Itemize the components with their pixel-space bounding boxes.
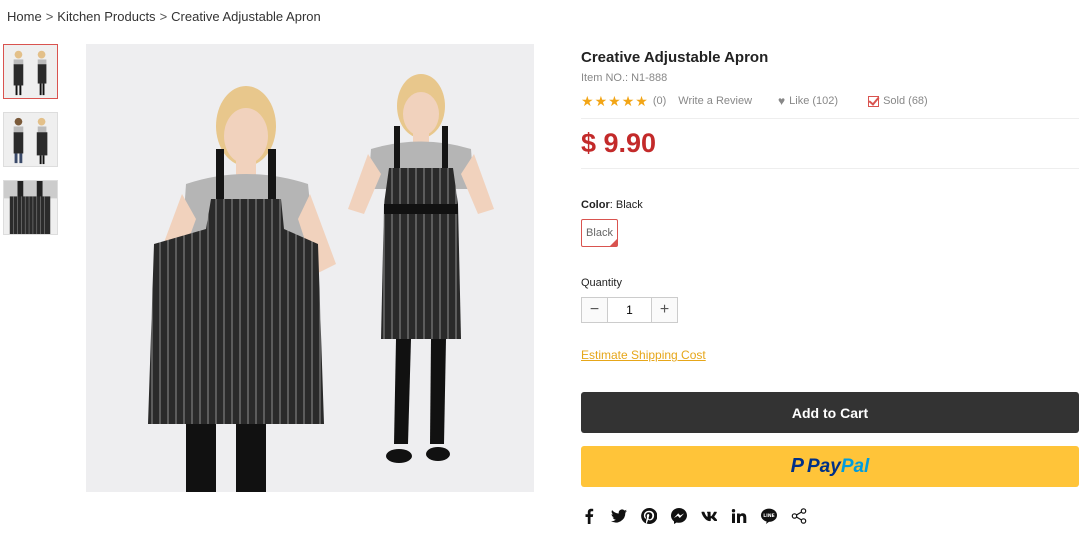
paypal-button[interactable]: P Pay Pal [581,446,1079,487]
paypal-pay-text: Pay [807,455,841,477]
linkedin-icon[interactable] [731,508,747,524]
star-icon: ★ [594,93,608,109]
paypal-logo-icon: P [790,455,804,477]
breadcrumb: Home > Kitchen Products > Creative Adjus… [7,9,321,24]
quantity-decrease-button[interactable]: − [582,298,608,322]
share-bar: LINE [581,508,1079,524]
share-icon[interactable] [791,508,807,524]
paypal-pal-text: Pal [840,455,870,477]
product-title: Creative Adjustable Apron [581,49,769,66]
review-count: (0) [652,95,667,107]
product-meta: ★ ★ ★ ★ ★ (0) Write a Review ♥ Like (102… [581,93,1079,109]
vk-icon[interactable] [701,508,717,524]
quantity-stepper: − + [581,297,678,323]
quantity-input[interactable] [608,298,651,322]
heart-icon: ♥ [778,94,786,108]
color-label: Color: Black [581,199,643,211]
thumbnail-apron-closeup[interactable] [3,180,58,235]
color-option-black[interactable]: Black [581,219,618,247]
thumbnail-two-models-front[interactable] [3,44,58,99]
divider [581,118,1079,119]
quantity-increase-button[interactable]: + [651,298,677,322]
breadcrumb-kitchen-products[interactable]: Kitchen Products [57,9,155,24]
thumbnail-two-models-back[interactable] [3,112,58,167]
product-main-image[interactable] [86,44,534,492]
divider [581,168,1079,169]
star-icon: ★ [608,93,621,109]
item-number: Item NO.: N1-888 [581,72,668,84]
color-selected-value: Black [615,199,643,211]
rating-stars: ★ ★ ★ ★ ★ [581,94,648,108]
product-info: Creative Adjustable Apron Item NO.: N1-8… [581,44,1079,524]
breadcrumb-home[interactable]: Home [7,9,42,24]
line-icon[interactable]: LINE [761,508,777,524]
checkbox-icon [868,95,880,107]
messenger-icon[interactable] [671,508,687,524]
sold-indicator: Sold (68) [868,95,928,107]
star-icon: ★ [635,93,648,109]
like-button[interactable]: ♥ Like (102) [778,94,838,108]
write-review-link[interactable]: Write a Review [678,95,752,107]
breadcrumb-current: Creative Adjustable Apron [171,9,321,24]
breadcrumb-separator: > [159,9,168,24]
thumbnail-list [3,44,58,248]
like-count: Like (102) [789,95,839,107]
color-label-key: Color [581,199,610,211]
estimate-shipping-link[interactable]: Estimate Shipping Cost [581,348,706,362]
twitter-icon[interactable] [611,508,627,524]
facebook-icon[interactable] [581,508,597,524]
add-to-cart-button[interactable]: Add to Cart [581,392,1079,433]
sold-count: Sold (68) [883,95,928,107]
pinterest-icon[interactable] [641,508,657,524]
product-price: $ 9.90 [581,128,657,158]
breadcrumb-separator: > [45,9,54,24]
svg-text:LINE: LINE [763,513,774,519]
quantity-label: Quantity [581,277,622,289]
star-icon: ★ [621,93,635,109]
star-icon: ★ [581,93,594,109]
